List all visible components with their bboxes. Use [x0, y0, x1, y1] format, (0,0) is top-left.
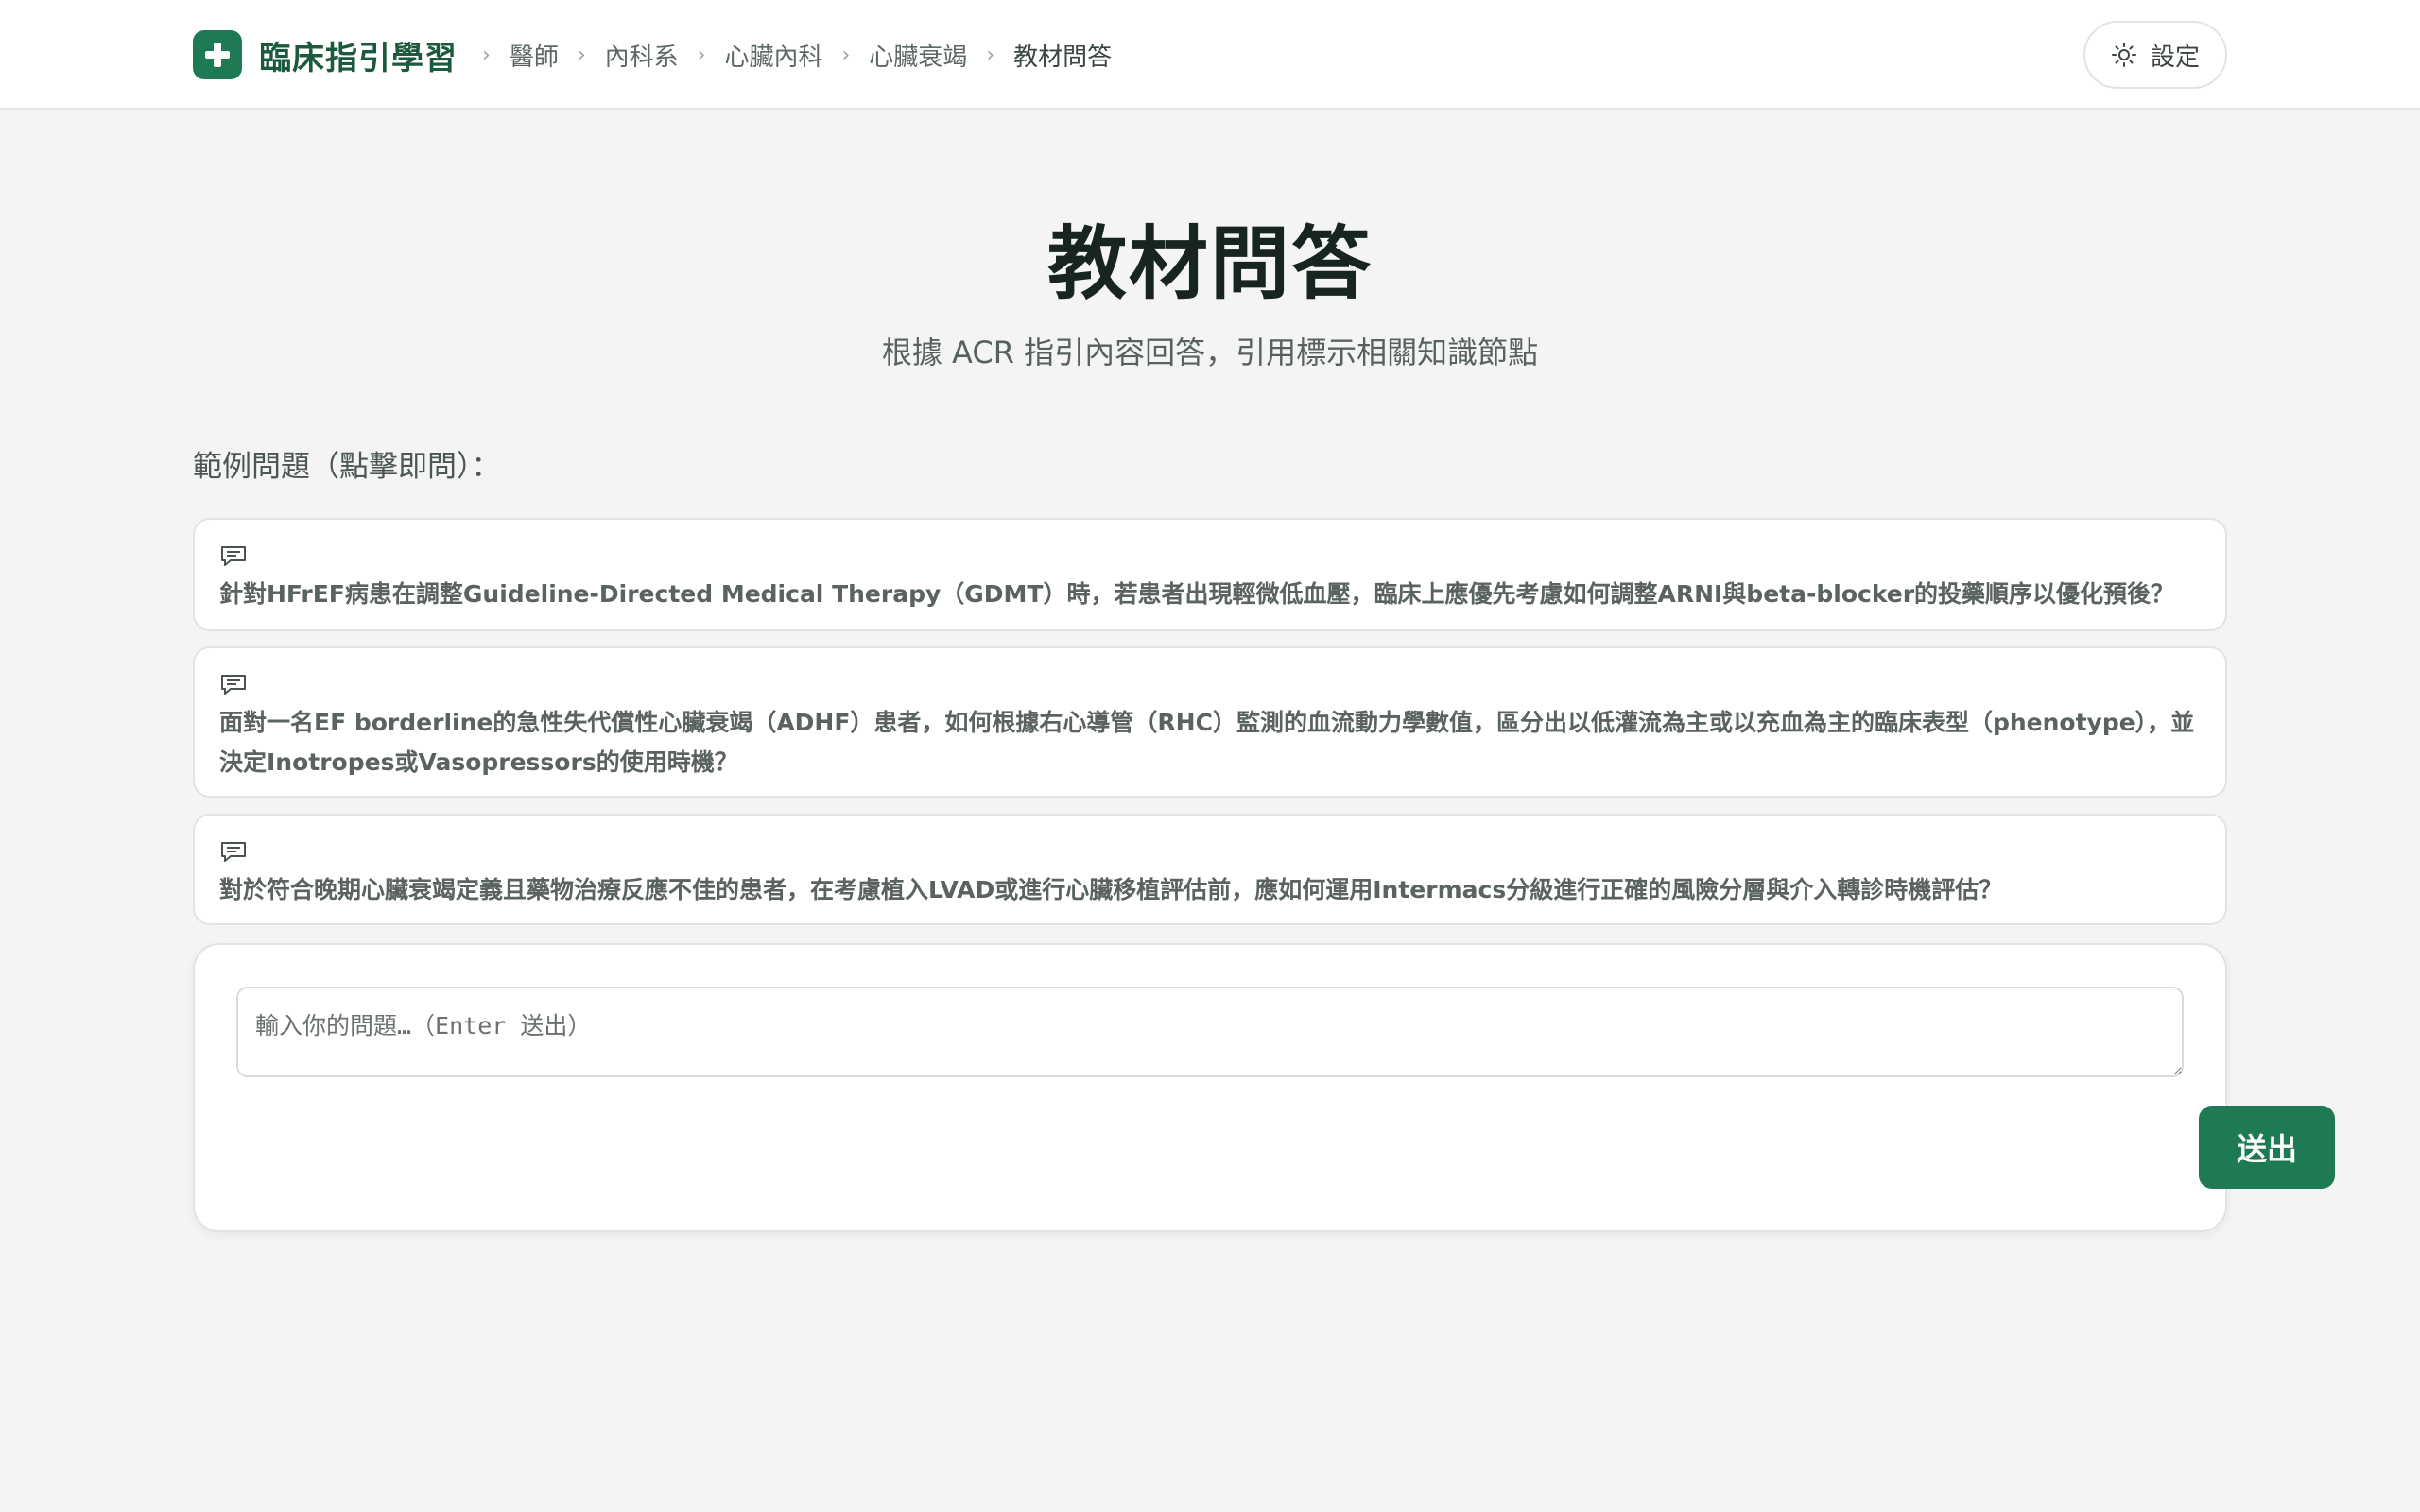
chat-bubble-icon	[219, 673, 248, 697]
brand-title: 臨床指引學習	[259, 39, 458, 77]
breadcrumb-item-heart-failure[interactable]: 心臟衰竭	[869, 38, 967, 73]
settings-button[interactable]: 設定	[2083, 21, 2227, 89]
brand-home-link[interactable]: 臨床指引學習	[193, 29, 458, 80]
chat-bubble-icon	[219, 840, 248, 865]
breadcrumb-item-cardiology[interactable]: 心臟內科	[724, 38, 822, 73]
question-composer: 送出	[193, 943, 2335, 1232]
example-question-text: 面對一名EF borderline的急性失代償性心臟衰竭（ADHF）患者，如何根…	[219, 709, 2195, 776]
breadcrumb-item-doctor[interactable]: 醫師	[510, 38, 559, 73]
breadcrumb-item-internal-medicine[interactable]: 內科系	[605, 38, 679, 73]
examples-label: 範例問題（點擊即問）：	[193, 450, 501, 484]
chevron-right-icon: ›	[697, 43, 706, 67]
chevron-right-icon: ›	[577, 43, 586, 67]
page-subtitle: 根據 ACR 指引內容回答，引用標示相關知識節點	[881, 335, 1539, 370]
chevron-right-icon: ›	[482, 43, 491, 67]
plus-icon	[193, 30, 242, 79]
question-input[interactable]	[236, 987, 2184, 1077]
chat-bubble-icon	[219, 544, 248, 569]
send-button[interactable]: 送出	[2199, 1106, 2335, 1189]
page-title: 教材問答	[1046, 217, 1373, 310]
example-question-card[interactable]: 針對HFrEF病患在調整Guideline-Directed Medical T…	[193, 518, 2227, 631]
breadcrumb-item-current: 教材問答	[1013, 43, 1113, 72]
example-question-card[interactable]: 面對一名EF borderline的急性失代償性心臟衰竭（ADHF）患者，如何根…	[193, 646, 2227, 798]
sun-icon	[2111, 42, 2137, 68]
example-question-card[interactable]: 對於符合晚期心臟衰竭定義且藥物治療反應不佳的患者，在考慮植入LVAD或進行心臟移…	[193, 814, 2227, 925]
example-question-text: 對於符合晚期心臟衰竭定義且藥物治療反應不佳的患者，在考慮植入LVAD或進行心臟移…	[219, 876, 2003, 903]
breadcrumb: › 醫師 › 內科系 › 心臟內科 › 心臟衰竭 › 教材問答	[463, 34, 1112, 76]
top-navigation-bar: 臨床指引學習 › 醫師 › 內科系 › 心臟內科 › 心臟衰竭 › 教材問答 設…	[0, 0, 2420, 110]
settings-label: 設定	[2150, 42, 2200, 71]
chevron-right-icon: ›	[986, 43, 995, 67]
chevron-right-icon: ›	[841, 43, 851, 67]
example-question-text: 針對HFrEF病患在調整Guideline-Directed Medical T…	[219, 580, 2175, 608]
